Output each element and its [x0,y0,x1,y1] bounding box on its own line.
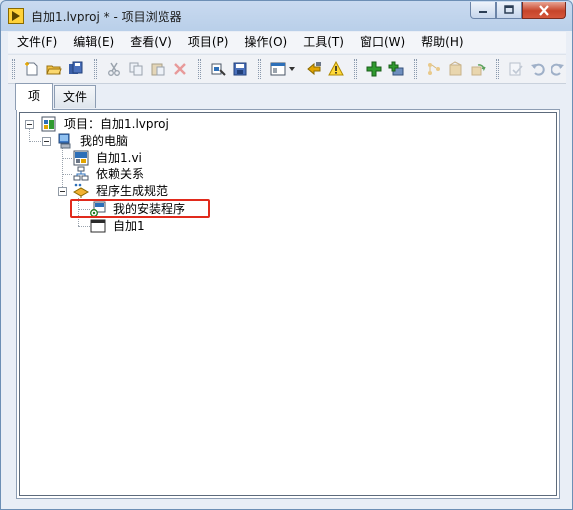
menu-tools[interactable]: 工具(T) [294,32,351,53]
maximize-icon [504,5,514,14]
tree-connector [29,141,41,142]
dropdown-icon [289,67,295,71]
delete-button[interactable] [171,60,189,78]
tree-connector [62,174,72,175]
collapse-computer-toggle[interactable] [42,137,51,146]
build-button[interactable] [209,60,227,78]
tab-strip: 项 文件 [8,83,566,110]
tree-connector [78,226,90,227]
maximize-button[interactable] [496,2,522,19]
tree-item-build-specs[interactable]: 程序生成规范 [96,183,168,199]
refresh-button[interactable] [469,60,487,78]
checkout-icon [509,62,523,76]
undo-icon [531,63,545,76]
build-specifications-icon [73,183,89,198]
warning-icon [328,61,344,76]
close-icon [539,4,549,16]
installer-highlight-box [70,199,210,218]
resolve-icon [307,62,321,76]
open-button[interactable] [45,60,63,78]
menu-view[interactable]: 查看(V) [121,32,179,53]
menu-help[interactable]: 帮助(H) [412,32,470,53]
checkout-button[interactable] [507,60,525,78]
collapse-build-specs-toggle[interactable] [58,187,67,196]
menu-edit[interactable]: 编辑(E) [64,32,121,53]
resolve-button[interactable] [305,60,323,78]
toolbar-grip[interactable] [94,59,97,79]
cut-button[interactable] [105,60,123,78]
tab-files[interactable]: 文件 [54,85,96,108]
source-control-icon [428,63,440,75]
tree-item-my-computer[interactable]: 我的电脑 [80,133,128,149]
toolbar [8,54,566,84]
undo-button[interactable] [529,60,547,78]
labview-run-arrow-icon [8,8,24,24]
window-title: 自加1.lvproj * - 项目浏览器 [31,10,182,24]
add-folder-icon [388,61,404,76]
toolbar-grip[interactable] [258,59,261,79]
menu-operate[interactable]: 操作(O) [235,32,294,53]
redo-button[interactable] [549,60,567,78]
add-icon [366,61,382,77]
refresh-icon [471,64,486,76]
tree-item-application[interactable]: 自加1 [113,218,145,234]
add-button[interactable] [365,60,383,78]
view-button[interactable] [269,60,287,78]
open-icon [46,65,62,75]
tab-items[interactable]: 项 [15,83,53,110]
vi-file-icon [73,150,89,166]
save-icon [233,62,247,76]
toolbar-grip[interactable] [496,59,499,79]
view-icon [270,62,286,76]
computer-icon [58,133,71,149]
new-icon [25,62,38,76]
tree-item-dependencies[interactable]: 依赖关系 [96,166,144,182]
save-button[interactable] [231,60,249,78]
copy-button[interactable] [127,60,145,78]
minimize-icon [479,11,487,13]
menu-bar: 文件(F) 编辑(E) 查看(V) 项目(P) 操作(O) 工具(T) 窗口(W… [8,32,566,53]
paste-icon [151,63,165,76]
deploy-button[interactable] [447,60,465,78]
menu-file[interactable]: 文件(F) [8,32,64,53]
toolbar-grip[interactable] [12,59,15,79]
delete-icon [174,63,186,75]
tree-connector [62,158,72,159]
cut-icon [108,62,120,76]
dependencies-icon [73,166,89,181]
warning-button[interactable] [327,60,345,78]
close-button[interactable] [522,2,566,19]
toolbar-grip[interactable] [414,59,417,79]
collapse-project-toggle[interactable] [25,120,34,129]
save-all-button[interactable] [67,60,85,78]
title-bar[interactable]: 自加1.lvproj * - 项目浏览器 [1,1,572,31]
tree-connector [62,147,63,191]
menu-window[interactable]: 窗口(W) [351,32,412,53]
caption-buttons [470,2,566,20]
menu-project[interactable]: 项目(P) [179,32,236,53]
add-folder-button[interactable] [387,60,405,78]
source-control-button[interactable] [425,60,443,78]
tree-item-vi[interactable]: 自加1.vi [96,150,142,166]
minimize-button[interactable] [470,2,496,19]
project-icon [41,116,56,132]
project-explorer-window: 自加1.lvproj * - 项目浏览器 文件(F) 编辑(E) 查看(V) 项… [0,0,573,510]
copy-icon [129,62,143,76]
paste-button[interactable] [149,60,167,78]
tree-item-project[interactable]: 项目：自加1.lvproj [64,116,169,132]
redo-icon [551,63,564,76]
new-button[interactable] [23,60,41,78]
toolbar-grip[interactable] [198,59,201,79]
deploy-icon [449,61,462,76]
build-icon [211,63,226,76]
toolbar-grip[interactable] [354,59,357,79]
save-all-icon [69,61,83,74]
view-dropdown-button[interactable] [287,60,297,78]
application-icon [90,219,106,233]
